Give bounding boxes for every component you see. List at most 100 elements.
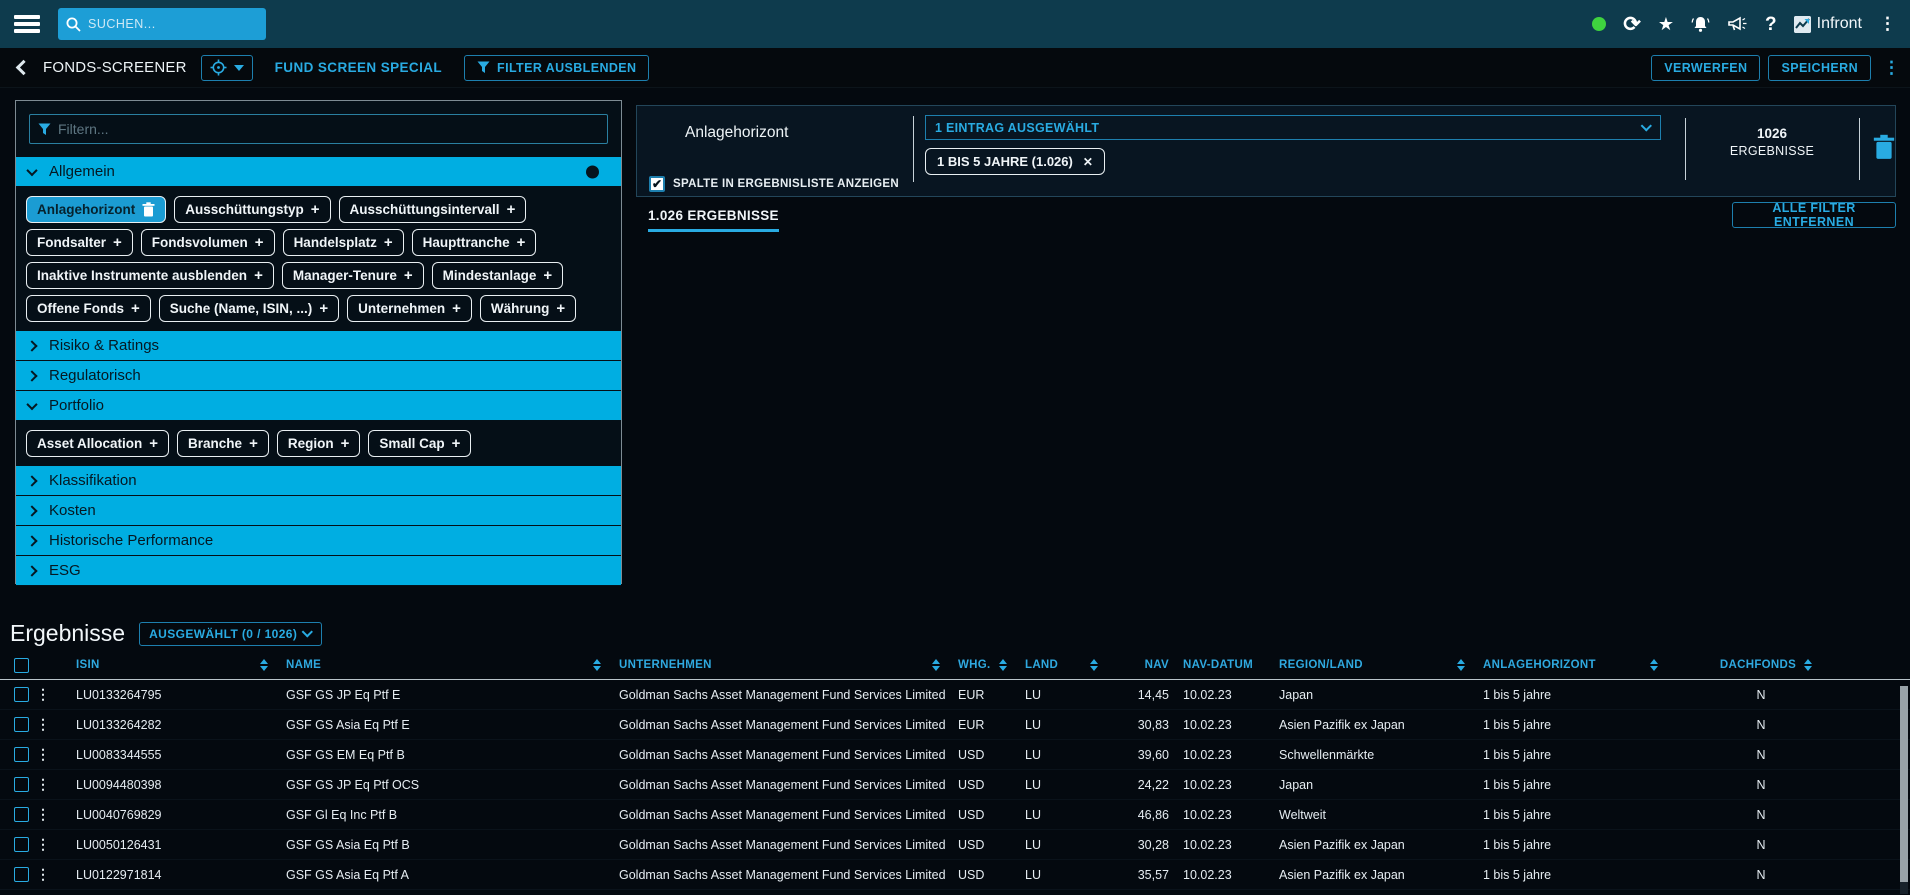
column-header-region-land[interactable]: REGION/LAND bbox=[1269, 659, 1473, 671]
section-esg[interactable]: ESG bbox=[16, 556, 621, 586]
selected-value-chip[interactable]: 1 BIS 5 JAHRE (1.026) ✕ bbox=[925, 148, 1105, 175]
column-header-unternehmen[interactable]: UNTERNEHMEN bbox=[609, 659, 948, 671]
column-header-nav-datum[interactable]: NAV-DATUM bbox=[1173, 659, 1269, 671]
panel-filter-input[interactable] bbox=[58, 121, 598, 137]
filter-chip-mindestanlage[interactable]: Mindestanlage+ bbox=[432, 262, 564, 289]
filter-chip-inaktive-instrumente[interactable]: Inaktive Instrumente ausblenden+ bbox=[26, 262, 274, 289]
add-icon: + bbox=[452, 435, 461, 452]
global-search[interactable] bbox=[58, 8, 266, 40]
filter-chip-branche[interactable]: Branche+ bbox=[177, 430, 269, 457]
select-all-checkbox[interactable] bbox=[14, 658, 29, 673]
filter-chip-fondsvolumen[interactable]: Fondsvolumen+ bbox=[141, 229, 275, 256]
back-icon[interactable] bbox=[16, 60, 32, 76]
column-header-dachfonds[interactable]: DACHFONDS bbox=[1666, 659, 1856, 671]
top-bar: ⟳ ★ ? Infront ⋮ bbox=[0, 0, 1910, 48]
checkbox-checked-icon[interactable]: ✔ bbox=[649, 176, 665, 192]
megaphone-icon[interactable] bbox=[1727, 15, 1748, 33]
column-header-anlagehorizont[interactable]: ANLAGEHORIZONT bbox=[1473, 659, 1666, 671]
screen-title: FONDS-SCREENER bbox=[43, 59, 187, 76]
table-row[interactable]: ⋮ LU0094480398GSF GS JP Eq Ptf OCS Goldm… bbox=[0, 770, 1910, 800]
toolbar-overflow-icon[interactable]: ⋮ bbox=[1883, 58, 1900, 78]
results-section: Ergebnisse AUSGEWÄHLT (0 / 1026) ISIN NA… bbox=[0, 612, 1910, 895]
filter-chip-suche[interactable]: Suche (Name, ISIN, ...)+ bbox=[159, 295, 339, 322]
filter-chip-ausschuettungstyp[interactable]: Ausschüttungstyp+ bbox=[174, 196, 330, 223]
hamburger-menu-icon[interactable] bbox=[14, 15, 40, 33]
filter-chip-region[interactable]: Region+ bbox=[277, 430, 361, 457]
filter-chip-asset-allocation[interactable]: Asset Allocation+ bbox=[26, 430, 169, 457]
sort-icon[interactable] bbox=[1650, 659, 1666, 671]
remove-filter-trash-icon[interactable] bbox=[1873, 134, 1895, 160]
star-icon[interactable]: ★ bbox=[1658, 15, 1674, 33]
row-menu-icon[interactable]: ⋮ bbox=[26, 776, 66, 793]
sort-icon[interactable] bbox=[1457, 659, 1473, 671]
table-row[interactable]: ⋮ LU0122971814GSF GS Asia Eq Ptf A Goldm… bbox=[0, 860, 1910, 890]
hide-filters-button[interactable]: FILTER AUSBLENDEN bbox=[464, 55, 649, 81]
results-title: Ergebnisse bbox=[10, 620, 125, 647]
section-klassifikation[interactable]: Klassifikation bbox=[16, 466, 621, 496]
panel-filter-search[interactable] bbox=[29, 114, 608, 144]
table-row[interactable]: ⋮ LU0133264282GSF GS Asia Eq Ptf E Goldm… bbox=[0, 710, 1910, 740]
sort-icon[interactable] bbox=[260, 659, 276, 671]
row-menu-icon[interactable]: ⋮ bbox=[26, 866, 66, 883]
table-row[interactable]: ⋮ LU0050126431GSF GS Asia Eq Ptf B Goldm… bbox=[0, 830, 1910, 860]
column-header-name[interactable]: NAME bbox=[276, 659, 609, 671]
table-row[interactable]: ⋮ LU0133264795GSF GS JP Eq Ptf E Goldman… bbox=[0, 680, 1910, 710]
filter-chip-offene-fonds[interactable]: Offene Fonds+ bbox=[26, 295, 151, 322]
row-menu-icon[interactable]: ⋮ bbox=[26, 746, 66, 763]
bell-icon[interactable] bbox=[1691, 15, 1710, 34]
results-count-tab[interactable]: 1.026 ERGEBNISSE bbox=[648, 208, 779, 232]
show-column-checkbox[interactable]: ✔ SPALTE IN ERGEBNISLISTE ANZEIGEN bbox=[649, 176, 899, 192]
filter-chip-waehrung[interactable]: Währung+ bbox=[480, 295, 576, 322]
section-historische-performance[interactable]: Historische Performance bbox=[16, 526, 621, 556]
help-icon[interactable]: ? bbox=[1765, 15, 1777, 34]
sort-icon[interactable] bbox=[593, 659, 609, 671]
link-target-button[interactable] bbox=[201, 55, 253, 81]
sort-icon[interactable] bbox=[932, 659, 948, 671]
filter-chip-handelsplatz[interactable]: Handelsplatz+ bbox=[283, 229, 404, 256]
table-row[interactable]: ⋮ LU0040769829GSF Gl Eq Inc Ptf B Goldma… bbox=[0, 800, 1910, 830]
refresh-icon[interactable]: ⟳ bbox=[1623, 14, 1641, 35]
filter-chip-fondsalter[interactable]: Fondsalter+ bbox=[26, 229, 133, 256]
section-regulatorisch[interactable]: Regulatorisch bbox=[16, 361, 621, 391]
filter-chip-manager-tenure[interactable]: Manager-Tenure+ bbox=[282, 262, 424, 289]
scrollbar-thumb[interactable] bbox=[1900, 686, 1908, 882]
chevron-right-icon bbox=[26, 565, 37, 576]
filter-chip-ausschuettungsintervall[interactable]: Ausschüttungsintervall+ bbox=[339, 196, 527, 223]
row-menu-icon[interactable]: ⋮ bbox=[26, 686, 66, 703]
add-icon: + bbox=[341, 435, 350, 452]
search-input[interactable] bbox=[88, 17, 248, 31]
row-menu-icon[interactable]: ⋮ bbox=[26, 836, 66, 853]
filter-chip-unternehmen[interactable]: Unternehmen+ bbox=[347, 295, 472, 322]
save-button[interactable]: SPEICHERN bbox=[1768, 55, 1871, 81]
selected-dropdown-button[interactable]: AUSGEWÄHLT (0 / 1026) bbox=[139, 622, 322, 646]
sort-icon[interactable] bbox=[1090, 659, 1106, 671]
section-risiko-ratings[interactable]: Risiko & Ratings bbox=[16, 331, 621, 361]
trash-icon[interactable] bbox=[142, 202, 155, 217]
sort-icon[interactable] bbox=[1804, 659, 1812, 671]
add-icon: + bbox=[149, 435, 158, 452]
section-portfolio[interactable]: Portfolio bbox=[16, 391, 621, 421]
row-menu-icon[interactable]: ⋮ bbox=[26, 716, 66, 733]
table-row[interactable]: ⋮ LU0083344555GSF GS EM Eq Ptf B Goldman… bbox=[0, 740, 1910, 770]
column-header-whg[interactable]: WHG. bbox=[948, 659, 1015, 671]
discard-button[interactable]: VERWERFEN bbox=[1651, 55, 1760, 81]
close-icon[interactable]: ✕ bbox=[1083, 155, 1093, 169]
column-header-land[interactable]: LAND bbox=[1015, 659, 1106, 671]
section-kosten[interactable]: Kosten bbox=[16, 496, 621, 526]
add-icon: + bbox=[254, 267, 263, 284]
column-header-isin[interactable]: ISIN bbox=[66, 659, 276, 671]
overflow-menu-icon[interactable]: ⋮ bbox=[1879, 14, 1896, 34]
anlagehorizont-select[interactable]: 1 EINTRAG AUSGEWÄHLT bbox=[925, 115, 1661, 140]
section-allgemein[interactable]: Allgemein bbox=[16, 157, 621, 187]
filter-chip-small-cap[interactable]: Small Cap+ bbox=[368, 430, 471, 457]
clear-all-filters-button[interactable]: ALLE FILTER ENTFERNEN bbox=[1732, 202, 1896, 228]
row-menu-icon[interactable]: ⋮ bbox=[26, 806, 66, 823]
vertical-scrollbar[interactable] bbox=[1900, 686, 1908, 894]
filter-chip-anlagehorizont[interactable]: Anlagehorizont bbox=[26, 196, 166, 223]
add-icon: + bbox=[404, 267, 413, 284]
chevron-down-icon bbox=[26, 164, 37, 175]
column-header-nav[interactable]: NAV bbox=[1106, 659, 1173, 671]
add-icon: + bbox=[384, 234, 393, 251]
sort-icon[interactable] bbox=[999, 659, 1015, 671]
filter-chip-haupttranche[interactable]: Haupttranche+ bbox=[412, 229, 537, 256]
